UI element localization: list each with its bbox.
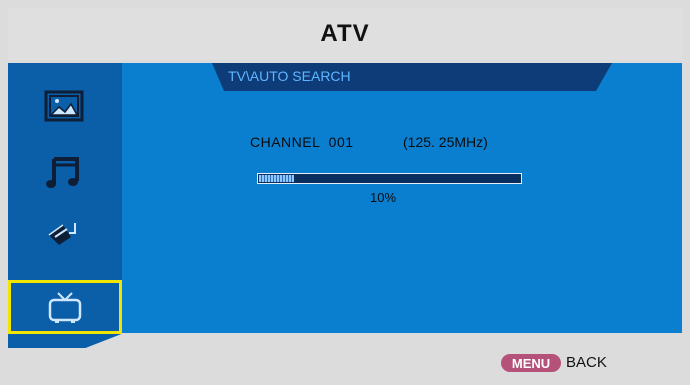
tab-auto-search: TV\AUTO SEARCH bbox=[212, 63, 612, 91]
sidebar bbox=[8, 63, 122, 348]
search-progress-bar bbox=[257, 173, 522, 184]
header-bar: ATV bbox=[8, 8, 682, 60]
main-panel: TV\AUTO SEARCH bbox=[122, 63, 682, 333]
tab-title: TV\AUTO SEARCH bbox=[228, 68, 351, 84]
page-title: ATV bbox=[320, 20, 370, 47]
back-label: BACK bbox=[566, 354, 607, 371]
progress-fill bbox=[259, 175, 294, 182]
picture-icon bbox=[44, 90, 84, 122]
sidebar-item-picture[interactable] bbox=[10, 81, 120, 135]
progress-percent: 10% bbox=[370, 190, 397, 205]
sidebar-item-sound[interactable] bbox=[10, 144, 120, 198]
frequency-label: (125. 25MHz) bbox=[403, 134, 488, 150]
sidebar-item-tv[interactable] bbox=[8, 280, 122, 334]
menu-key-badge[interactable]: MENU bbox=[501, 354, 561, 372]
sidebar-item-setup[interactable] bbox=[10, 206, 120, 260]
setup-pen-icon bbox=[48, 223, 76, 245]
music-icon bbox=[46, 157, 79, 188]
channel-label: CHANNEL 001 bbox=[250, 134, 354, 150]
menu-frame: TV\AUTO SEARCH bbox=[8, 63, 682, 348]
tv-icon bbox=[48, 292, 82, 323]
